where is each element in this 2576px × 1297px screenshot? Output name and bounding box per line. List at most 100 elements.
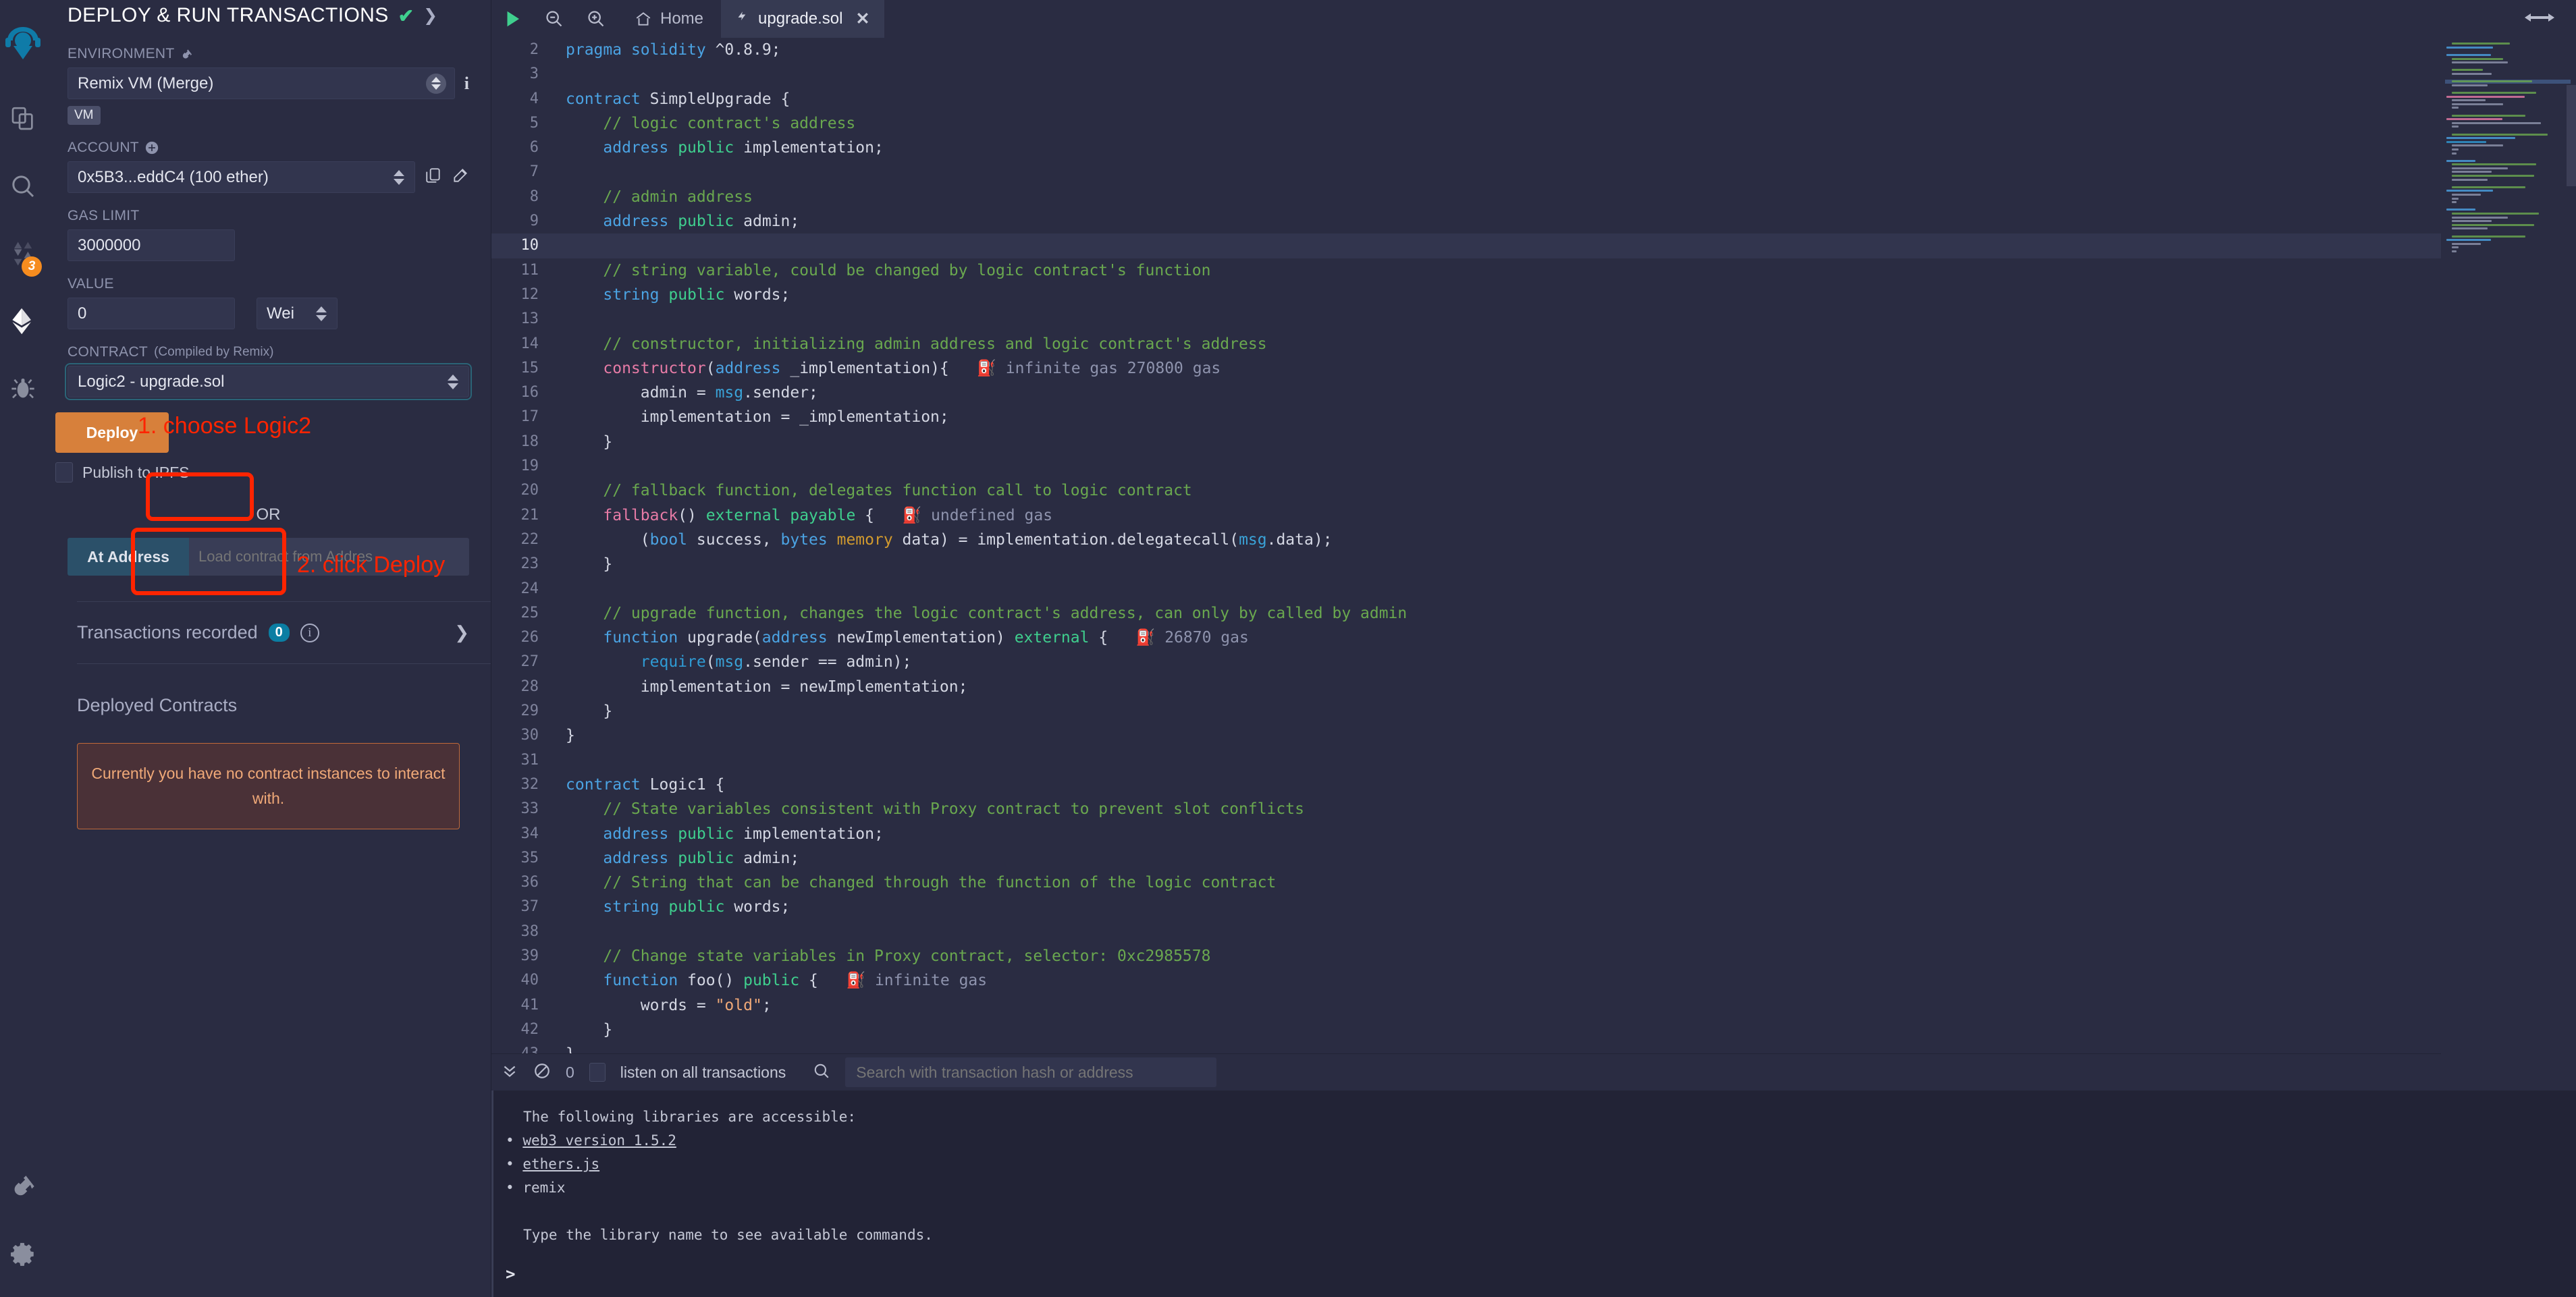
deploy-run-icon[interactable]	[0, 287, 46, 355]
file-explorer-icon[interactable]	[0, 85, 46, 153]
minimap-bar	[2452, 92, 2537, 94]
line-text: }	[566, 1020, 613, 1039]
edit-icon[interactable]	[452, 167, 469, 188]
environment-label: ENVIRONMENT	[68, 46, 469, 62]
search-icon[interactable]	[0, 153, 46, 220]
listen-all-transactions-checkbox[interactable]	[589, 1063, 606, 1082]
code-line: 12 string public words;	[491, 283, 2441, 307]
code-content[interactable]: 2 pragma solidity ^0.8.9; 3 4 contract Simpl…	[491, 38, 2441, 1053]
left-icon-bar: 3	[0, 0, 46, 1297]
account-field: ACCOUNT 0x5B3...eddC4 (100 ether)	[46, 140, 491, 193]
debugger-icon[interactable]	[0, 355, 46, 422]
line-number: 25	[520, 604, 539, 622]
minimap-bar	[2452, 163, 2537, 166]
minimap-bar	[2452, 80, 2532, 83]
chevron-double-down-icon[interactable]	[501, 1062, 518, 1083]
line-text: // upgrade function, changes the logic c…	[603, 604, 1407, 622]
chevron-right-icon[interactable]: ❯	[423, 5, 437, 26]
settings-icon[interactable]	[0, 1220, 46, 1288]
line-number: 31	[520, 751, 539, 769]
environment-select[interactable]: Remix VM (Merge)	[68, 67, 455, 99]
minimap-bar	[2452, 186, 2525, 188]
line-number: 12	[520, 285, 539, 303]
transaction-search-input[interactable]	[845, 1057, 1217, 1087]
pending-count: 0	[566, 1063, 574, 1081]
value-label: VALUE	[68, 276, 114, 292]
value-input[interactable]: 0	[68, 298, 235, 329]
code-line: 7	[491, 160, 2441, 184]
search-icon[interactable]	[813, 1062, 830, 1083]
code-editor[interactable]: 2 pragma solidity ^0.8.9; 3 4 contract Simpl…	[491, 38, 2441, 1054]
lib-link-web3[interactable]: web3 version 1.5.2	[522, 1132, 676, 1149]
close-icon[interactable]: ✕	[855, 9, 869, 29]
transactions-recorded-row[interactable]: Transactions recorded 0 i ❯	[46, 602, 491, 643]
lib-link-ethers[interactable]: ethers.js	[522, 1156, 599, 1172]
account-select[interactable]: 0x5B3...eddC4 (100 ether)	[68, 161, 415, 193]
line-text: string public words;	[603, 285, 790, 304]
line-text: address public admin;	[603, 849, 800, 867]
terminal-output[interactable]: The following libraries are accessible: …	[491, 1091, 2576, 1297]
code-minimap[interactable]	[2441, 38, 2576, 1054]
chevron-updown-icon[interactable]	[425, 73, 446, 94]
listen-all-transactions-label: listen on all transactions	[620, 1063, 786, 1081]
minimap-bar	[2452, 43, 2510, 45]
no-contracts-message: Currently you have no contract instances…	[77, 743, 460, 829]
minimap-bar	[2452, 61, 2508, 64]
chevron-updown-icon[interactable]	[314, 304, 329, 324]
zoom-in-icon[interactable]	[575, 0, 617, 38]
terminal-lib-1: • ethers.js	[506, 1156, 600, 1172]
info-icon[interactable]: i	[464, 74, 469, 94]
value-unit-select[interactable]: Wei	[257, 298, 338, 329]
plugin-manager-icon[interactable]	[0, 1153, 46, 1220]
info-icon[interactable]: i	[300, 623, 319, 642]
editor-wrap: 2 pragma solidity ^0.8.9; 3 4 contract Simpl…	[491, 38, 2576, 1054]
publish-ipfs-checkbox[interactable]	[55, 462, 73, 482]
contract-select[interactable]: Logic2 - upgrade.sol	[65, 363, 472, 400]
run-icon[interactable]	[491, 0, 533, 38]
line-text: address public admin;	[603, 213, 800, 231]
code-line: 39 // Change state variables in Proxy co…	[491, 944, 2441, 968]
code-line: 26 function upgrade(address newImplement…	[491, 626, 2441, 650]
minimap-bar	[2452, 213, 2539, 215]
tab-home[interactable]: Home	[617, 0, 721, 38]
environment-vm-tag: VM	[68, 106, 101, 125]
resize-horizontal-icon[interactable]	[2525, 10, 2554, 28]
code-line: 41 words = "old";	[491, 993, 2441, 1018]
line-number: 35	[520, 849, 539, 866]
minimap-bar	[2452, 57, 2503, 60]
terminal-prompt[interactable]: >	[493, 1265, 2576, 1284]
code-line: 31	[491, 748, 2441, 773]
code-line: 5 // logic contract's address	[491, 111, 2441, 136]
line-text: words = "old";	[566, 996, 772, 1014]
remix-logo-icon[interactable]	[0, 4, 46, 85]
chevron-updown-icon[interactable]	[446, 372, 460, 392]
code-line: 13	[491, 307, 2441, 331]
gas-limit-input[interactable]: 3000000	[68, 229, 235, 261]
line-number: 41	[520, 996, 539, 1014]
minimap-slider[interactable]	[2567, 85, 2576, 186]
code-line: 23 }	[491, 552, 2441, 576]
chevron-updown-icon[interactable]	[392, 167, 406, 188]
zoom-out-icon[interactable]	[533, 0, 575, 38]
line-text: // logic contract's address	[603, 114, 856, 132]
line-number: 23	[520, 555, 539, 573]
line-number: 42	[520, 1020, 539, 1038]
line-text: }	[566, 555, 613, 574]
code-line: 11 // string variable, could be changed …	[491, 258, 2441, 283]
solidity-compiler-icon[interactable]: 3	[0, 220, 46, 287]
copy-icon[interactable]	[425, 167, 442, 188]
line-text: address public implementation;	[603, 825, 884, 843]
no-pending-icon[interactable]	[533, 1062, 551, 1083]
minimap-bar	[2446, 54, 2491, 57]
tab-upgrade-sol[interactable]: upgrade.sol ✕	[721, 0, 885, 38]
line-text: function foo() public { ⛽ infinite gas	[603, 972, 988, 990]
chevron-right-icon[interactable]: ❯	[454, 622, 469, 643]
plus-circle-icon[interactable]	[145, 141, 159, 155]
minimap-bar	[2446, 118, 2502, 121]
line-number: 3	[529, 65, 539, 83]
at-address-button[interactable]: At Address	[68, 538, 189, 576]
minimap-bar	[2452, 126, 2459, 128]
account-label: ACCOUNT	[68, 140, 469, 156]
minimap-bar	[2452, 197, 2459, 200]
minimap-bar	[2452, 152, 2457, 155]
